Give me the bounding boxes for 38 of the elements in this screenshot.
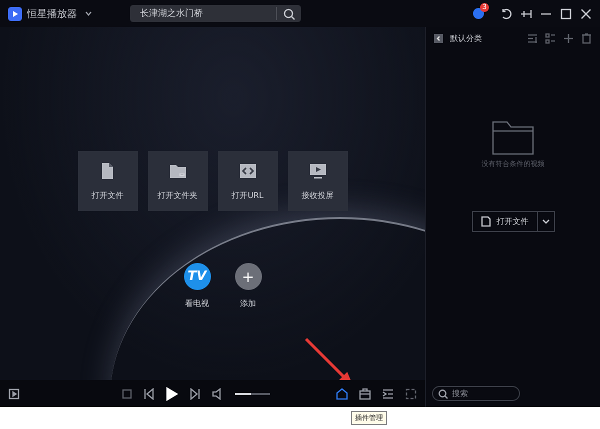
action-button[interactable]: 接收投屏 bbox=[288, 151, 348, 211]
screen-icon bbox=[308, 162, 326, 180]
search-icon bbox=[438, 389, 448, 399]
sort-icon[interactable] bbox=[527, 32, 538, 44]
action-button[interactable]: 打开URL bbox=[218, 151, 278, 211]
fullscreen-icon[interactable] bbox=[405, 388, 417, 400]
user-avatar-icon[interactable] bbox=[473, 8, 484, 19]
stop-icon[interactable] bbox=[122, 388, 132, 398]
chevron-down-icon[interactable] bbox=[85, 11, 92, 16]
maximize-icon[interactable] bbox=[560, 8, 572, 20]
action-button[interactable]: 打开文件 bbox=[78, 151, 138, 211]
action-button[interactable]: 打开文件夹 bbox=[148, 151, 208, 211]
play-icon[interactable] bbox=[166, 386, 178, 400]
search-field[interactable]: 长津湖之水门桥 bbox=[130, 5, 301, 22]
collapse-icon[interactable] bbox=[434, 34, 443, 42]
refresh-icon[interactable] bbox=[500, 8, 512, 20]
list-view-icon[interactable] bbox=[545, 32, 556, 44]
toolbox-icon[interactable] bbox=[359, 388, 371, 400]
app-name[interactable]: 恒星播放器 bbox=[27, 6, 77, 20]
search-icon[interactable] bbox=[283, 8, 295, 20]
search-field[interactable]: 搜索 bbox=[432, 386, 520, 401]
file-icon bbox=[480, 216, 490, 227]
previous-icon[interactable] bbox=[143, 388, 155, 400]
folder-icon bbox=[492, 121, 534, 155]
subtitle-list-icon[interactable] bbox=[382, 388, 394, 400]
add-icon[interactable] bbox=[563, 32, 574, 44]
shortcut-label[interactable]: 看电视 bbox=[185, 298, 209, 309]
delete-icon[interactable] bbox=[581, 32, 592, 44]
pin-icon[interactable] bbox=[520, 8, 532, 20]
logo-icon bbox=[8, 6, 22, 20]
link-icon bbox=[238, 162, 256, 180]
category-title[interactable]: 默认分类 bbox=[450, 32, 482, 44]
playlist-icon[interactable] bbox=[8, 388, 20, 400]
shortcut-label[interactable]: 添加 bbox=[240, 298, 256, 309]
add-icon[interactable]: + bbox=[234, 263, 262, 290]
close-icon[interactable] bbox=[580, 8, 592, 20]
next-icon[interactable] bbox=[189, 388, 201, 400]
chevron-down-icon bbox=[542, 219, 550, 224]
